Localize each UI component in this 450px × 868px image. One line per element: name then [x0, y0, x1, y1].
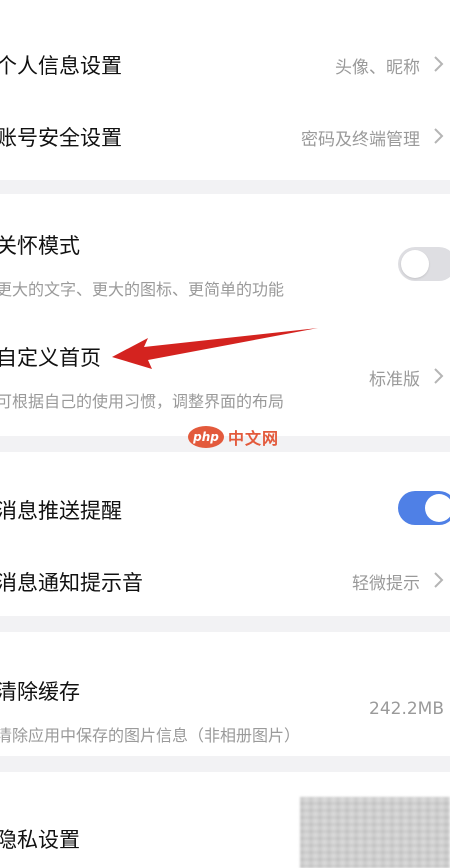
toggle-knob: [401, 250, 429, 278]
clear-cache-title: 清除缓存: [0, 680, 80, 704]
cache-size-value: 242.2MB: [369, 699, 444, 719]
watermark: php 中文网: [188, 425, 279, 449]
personal-info-value: 头像、昵称: [335, 58, 420, 78]
push-reminder-row[interactable]: 消息推送提醒: [0, 472, 450, 542]
personal-info-title: 个人信息设置: [0, 54, 122, 78]
push-reminder-title: 消息推送提醒: [0, 499, 122, 523]
account-section: 个人信息设置 头像、昵称 账号安全设置 密码及终端管理: [0, 0, 450, 180]
clear-cache-subtitle: 清除应用中保存的图片信息（非相册图片）: [0, 726, 301, 745]
custom-home-title: 自定义首页: [0, 346, 101, 370]
chevron-right-icon: [434, 56, 444, 72]
custom-home-row[interactable]: 自定义首页 可根据自己的使用习惯，调整界面的布局 标准版: [0, 320, 450, 436]
account-security-title: 账号安全设置: [0, 126, 122, 150]
account-security-value: 密码及终端管理: [301, 130, 420, 150]
blurred-qr-overlay: [300, 797, 450, 868]
notify-sound-row[interactable]: 消息通知提示音 轻微提示: [0, 544, 450, 614]
watermark-logo: php: [188, 426, 224, 448]
privacy-title: 隐私设置: [0, 828, 80, 852]
toggle-knob: [425, 494, 450, 522]
clear-cache-row[interactable]: 清除缓存 清除应用中保存的图片信息（非相册图片） 242.2MB: [0, 632, 450, 756]
watermark-text: 中文网: [228, 429, 280, 448]
account-security-row[interactable]: 账号安全设置 密码及终端管理: [0, 100, 450, 170]
care-mode-subtitle: 更大的文字、更大的图标、更简单的功能: [0, 280, 285, 299]
care-mode-title: 关怀模式: [0, 234, 80, 258]
notification-section: 消息推送提醒 消息通知提示音 轻微提示: [0, 452, 450, 616]
notify-sound-title: 消息通知提示音: [0, 571, 143, 595]
chevron-right-icon: [434, 128, 444, 144]
custom-home-subtitle: 可根据自己的使用习惯，调整界面的布局: [0, 392, 285, 411]
personal-info-row[interactable]: 个人信息设置 头像、昵称: [0, 28, 450, 98]
display-section: 关怀模式 更大的文字、更大的图标、更简单的功能 自定义首页 可根据自己的使用习惯…: [0, 194, 450, 436]
notify-sound-value: 轻微提示: [352, 574, 420, 594]
care-mode-row[interactable]: 关怀模式 更大的文字、更大的图标、更简单的功能: [0, 194, 450, 312]
care-mode-toggle[interactable]: [398, 247, 450, 281]
chevron-right-icon: [434, 368, 444, 384]
chevron-right-icon: [434, 572, 444, 588]
storage-section: 清除缓存 清除应用中保存的图片信息（非相册图片） 242.2MB: [0, 632, 450, 756]
custom-home-value: 标准版: [369, 370, 420, 390]
push-reminder-toggle[interactable]: [398, 491, 450, 525]
